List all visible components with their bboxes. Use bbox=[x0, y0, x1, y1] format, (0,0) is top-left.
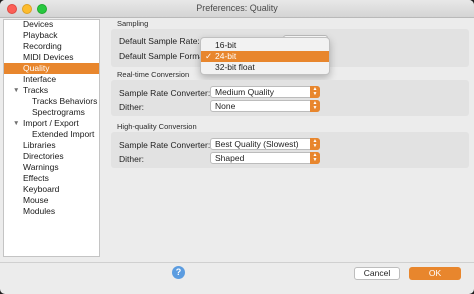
chevron-updown-icon: ▲ ▼ bbox=[310, 86, 320, 98]
expand-arrow-icon[interactable]: ▼ bbox=[13, 118, 19, 129]
sidebar-item-spectrograms[interactable]: Spectrograms bbox=[4, 107, 99, 118]
default-sample-format-label: Default Sample Format: bbox=[119, 51, 204, 61]
sidebar-item-playback[interactable]: Playback bbox=[4, 30, 99, 41]
chevron-updown-icon: ▲ ▼ bbox=[310, 138, 320, 150]
sidebar-item-tracks[interactable]: ▼ Tracks bbox=[4, 85, 99, 96]
menu-item-32-bit-float[interactable]: 32-bit float bbox=[201, 62, 329, 73]
sidebar-item-midi-devices[interactable]: MIDI Devices bbox=[4, 52, 99, 63]
sidebar-item-warnings[interactable]: Warnings bbox=[4, 162, 99, 173]
chevron-updown-icon: ▲ ▼ bbox=[310, 152, 320, 164]
highquality-converter-popup[interactable]: Best Quality (Slowest) ▲ ▼ bbox=[210, 138, 320, 150]
title-bar: Preferences: Quality bbox=[0, 0, 474, 18]
sample-format-menu[interactable]: 16-bit ✓ 24-bit 32-bit float bbox=[200, 37, 330, 75]
expand-arrow-icon[interactable]: ▼ bbox=[13, 85, 19, 96]
realtime-dither-popup[interactable]: None ▲ ▼ bbox=[210, 100, 320, 112]
preferences-window: Preferences: Quality Devices Playback Re… bbox=[0, 0, 474, 294]
default-sample-rate-label: Default Sample Rate: bbox=[119, 36, 200, 46]
window-title: Preferences: Quality bbox=[196, 3, 278, 13]
sidebar-item-tracks-behaviors[interactable]: Tracks Behaviors bbox=[4, 96, 99, 107]
chevron-updown-icon: ▲ ▼ bbox=[310, 100, 320, 112]
sidebar-item-extended-import[interactable]: Extended Import bbox=[4, 129, 99, 140]
highquality-converter-label: Sample Rate Converter: bbox=[119, 140, 211, 150]
sidebar-item-recording[interactable]: Recording bbox=[4, 41, 99, 52]
realtime-dither-label: Dither: bbox=[119, 102, 145, 112]
sidebar-item-devices[interactable]: Devices bbox=[4, 19, 99, 30]
sampling-section-title: Sampling bbox=[117, 19, 149, 28]
sidebar-item-effects[interactable]: Effects bbox=[4, 173, 99, 184]
sidebar-item-interface[interactable]: Interface bbox=[4, 74, 99, 85]
realtime-converter-label: Sample Rate Converter: bbox=[119, 88, 211, 98]
sidebar-item-import-export[interactable]: ▼ Import / Export bbox=[4, 118, 99, 129]
menu-item-24-bit[interactable]: ✓ 24-bit bbox=[201, 51, 329, 62]
realtime-converter-popup[interactable]: Medium Quality ▲ ▼ bbox=[210, 86, 320, 98]
checkmark-icon: ✓ bbox=[205, 51, 213, 61]
highquality-dither-label: Dither: bbox=[119, 154, 145, 164]
sidebar-item-quality[interactable]: Quality bbox=[4, 63, 99, 74]
footer-divider bbox=[0, 262, 474, 263]
highquality-section-title: High-quality Conversion bbox=[117, 122, 197, 131]
sidebar-item-directories[interactable]: Directories bbox=[4, 151, 99, 162]
preferences-category-tree[interactable]: Devices Playback Recording MIDI Devices … bbox=[3, 19, 100, 257]
cancel-button[interactable]: Cancel bbox=[354, 267, 400, 280]
realtime-section-title: Real-time Conversion bbox=[117, 70, 190, 79]
menu-item-16-bit[interactable]: 16-bit bbox=[201, 40, 329, 51]
sidebar-item-modules[interactable]: Modules bbox=[4, 206, 99, 217]
help-button[interactable]: ? bbox=[172, 266, 185, 279]
sidebar-item-mouse[interactable]: Mouse bbox=[4, 195, 99, 206]
sidebar-item-keyboard[interactable]: Keyboard bbox=[4, 184, 99, 195]
ok-button[interactable]: OK bbox=[409, 267, 461, 280]
sidebar-item-libraries[interactable]: Libraries bbox=[4, 140, 99, 151]
highquality-dither-popup[interactable]: Shaped ▲ ▼ bbox=[210, 152, 320, 164]
